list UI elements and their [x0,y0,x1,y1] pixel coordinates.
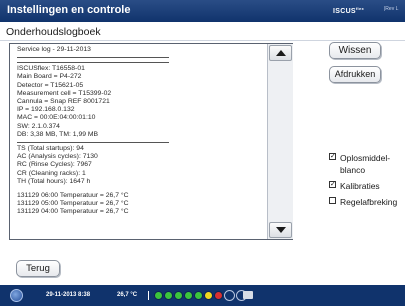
arrow-up-icon [276,50,286,56]
filter-label: Kalibraties [340,181,380,191]
status-indicator-dot [214,291,223,300]
brand-superscript: flex [355,6,364,11]
app-window: Instellingen en controle ISCUSflex |Rev … [0,0,405,306]
scroll-up-button[interactable] [269,45,292,61]
revision-label: |Rev L [384,6,399,12]
status-separator [148,291,149,300]
log-divider [17,57,169,59]
log-line: Detector = T15621-05 [17,81,84,89]
status-indicator-ring [224,290,235,301]
keyboard-icon[interactable] [243,291,253,299]
window-title: Instellingen en controle [7,4,131,16]
brand-name: ISCUS [333,8,356,15]
subtitle-divider [0,40,405,41]
log-line: MAC = 00:0E:04:00:01:10 [17,114,96,122]
log-line: TS (Total startups): 94 [17,145,84,153]
brand-logo: ISCUSflex [333,6,364,15]
status-datetime: 29-11-2013 8:38 [46,292,91,298]
status-indicator-dot [174,291,183,300]
service-log-panel[interactable]: Service log - 29-11-2013 ISCUSflex: T165… [9,43,293,240]
log-line: RC (Rinse Cycles): 7967 [17,161,92,169]
scroll-down-button[interactable] [269,222,292,238]
log-divider [17,142,169,144]
filter-checkbox[interactable]: ✓ [329,153,336,160]
log-line: DB: 3,38 MB, TM: 1,99 MB [17,130,99,138]
filter-checkbox[interactable]: ✓ [329,181,336,188]
log-line: Main Board = P4-272 [17,73,82,81]
filter-label: Regelafbreking [340,197,398,207]
status-indicator-dot [154,291,163,300]
arrow-down-icon [276,227,286,233]
log-line: Measurement cell = T15399-02 [17,89,112,97]
filter-label-line: blanco [340,165,366,175]
log-line: IP = 192.168.0.132 [17,106,75,114]
page-subtitle: Onderhoudslogboek [6,26,101,38]
log-line: CR (Cleaning racks): 1 [17,169,86,177]
status-indicator-dot [184,291,193,300]
log-line: AC (Analysis cycles): 7130 [17,153,98,161]
status-indicator-dot [194,291,203,300]
log-line: ISCUSflex: T16558-01 [17,65,85,73]
iscus-logo-icon[interactable] [10,289,23,302]
clear-button[interactable]: Wissen [329,42,381,59]
service-log-text: Service log - 29-11-2013 ISCUSflex: T165… [10,44,265,239]
back-button[interactable]: Terug [16,260,60,277]
log-line: SW: 2.1.0.374 [17,122,60,130]
log-scrollbar[interactable] [267,44,293,239]
filter-checkbox[interactable] [329,197,336,204]
filter-label-line: Oplosmiddel- [340,153,391,163]
log-line: Cannula = Snap REF 8001721 [17,98,110,106]
status-indicator-dot [164,291,173,300]
log-line: TH (Total hours): 1647 h [17,177,91,185]
print-button[interactable]: Afdrukken [329,66,381,83]
status-temperature: 26,7 °C [117,292,138,298]
filter-label: Oplosmiddel-blanco [340,152,390,176]
log-line: 131129 04:00 Temperatuur = 26,7 °C [17,208,129,216]
title-bar: Instellingen en controle ISCUSflex |Rev … [0,0,405,22]
log-divider [17,62,169,64]
log-header: Service log - 29-11-2013 [17,46,91,53]
status-indicator-dot [204,291,213,300]
